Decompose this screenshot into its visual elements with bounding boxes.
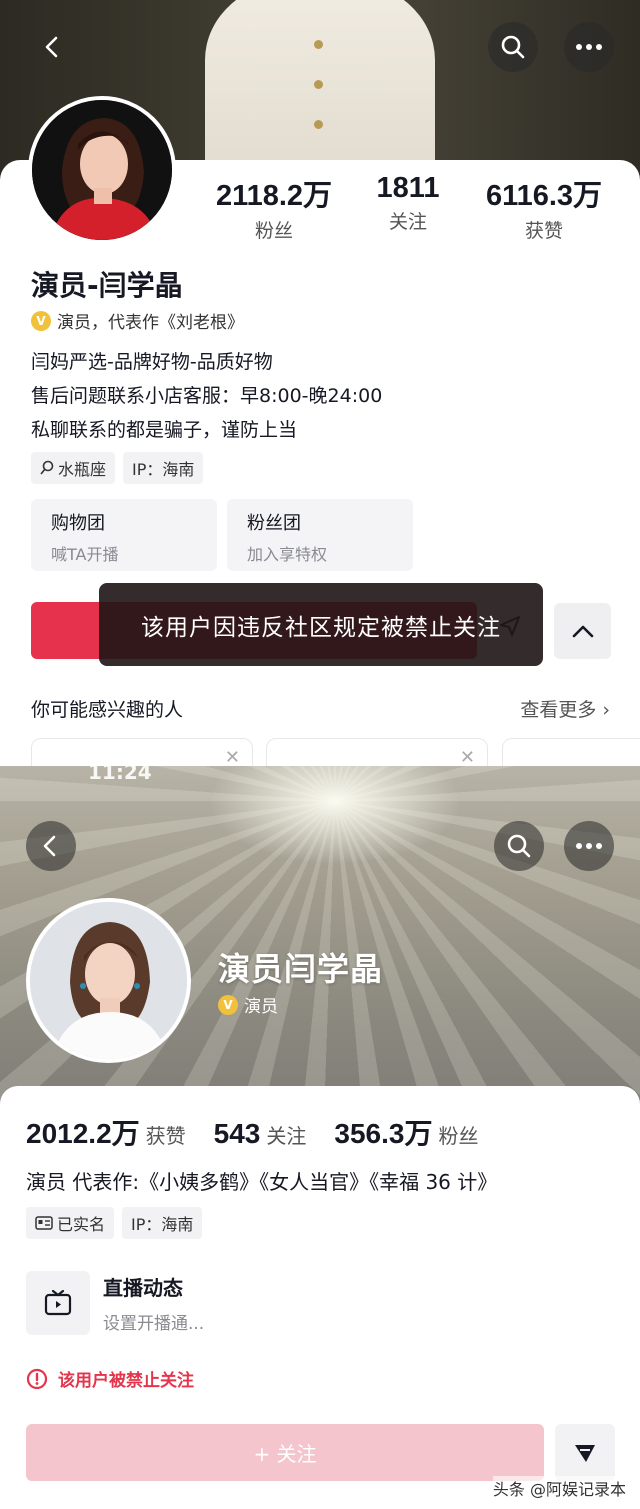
profile-tags: 水瓶座 IP：海南 (31, 452, 204, 484)
search-icon (501, 35, 525, 59)
profile-stats: 2012.2万 获赞 543 关注 356.3万 粉丝 (26, 1112, 506, 1152)
shopping-group-card[interactable]: 购物团 喊TA开播 (31, 499, 217, 571)
service-cards: 购物团 喊TA开播 粉丝团 加入享特权 (31, 499, 413, 571)
stat-fans-label: 粉丝 (438, 1124, 479, 1148)
back-button[interactable] (28, 22, 78, 72)
profile-name: 演员闫学晶 (218, 950, 384, 988)
fan-group-card[interactable]: 粉丝团 加入享特权 (227, 499, 413, 571)
profile-bio: 演员 代表作:《小姨多鹤》《女人当官》《幸福 36 计》 (26, 1170, 498, 1194)
chevron-left-icon (45, 36, 58, 58)
close-icon[interactable]: ✕ (460, 747, 475, 766)
stat-label: 获赞 (524, 220, 563, 242)
share-button[interactable] (555, 1424, 615, 1481)
stat-fans[interactable]: 2118.2万 粉丝 (212, 172, 336, 243)
verified-badge-icon: V (31, 310, 51, 331)
bottom-profile-screenshot: 11:24 演员闫学晶 V 演员 2012.2万 获赞 543 关注 356.3… (0, 766, 640, 1509)
live-activity-row[interactable]: 直播动态 设置开播通... (26, 1271, 204, 1335)
tv-icon (44, 1290, 72, 1316)
chevron-right-icon: › (602, 699, 610, 721)
more-button[interactable] (564, 22, 614, 72)
card-subtitle: 喊TA开播 (51, 545, 119, 564)
recommend-card[interactable]: ✕ (31, 738, 253, 766)
stat-likes-value[interactable]: 2012.2万 (26, 1112, 140, 1152)
close-icon[interactable]: ✕ (225, 747, 240, 766)
more-dots-icon (576, 44, 602, 50)
tag-ip: IP：海南 (123, 452, 204, 484)
warning-icon (26, 1368, 48, 1389)
verified-description: 演员 (244, 997, 278, 1017)
zodiac-icon (40, 460, 54, 475)
stat-label: 粉丝 (254, 220, 293, 242)
bio-line: 闫妈严选-品牌好物-品质好物 (31, 351, 273, 373)
search-button[interactable] (488, 22, 538, 72)
card-title: 购物团 (51, 513, 105, 534)
follow-button[interactable]: + 关注 (26, 1424, 544, 1481)
card-title: 粉丝团 (247, 513, 301, 534)
stat-value: 1811 (376, 172, 440, 204)
profile-bio: 闫妈严选-品牌好物-品质好物 售后问题联系小店客服：早8:00-晚24:00 私… (31, 345, 382, 447)
stat-value: 2118.2万 (215, 180, 333, 212)
banned-notice: 该用户被禁止关注 (26, 1366, 194, 1391)
profile-tags: 已实名 IP：海南 (26, 1207, 203, 1239)
profile-name: 演员-闫学晶 (31, 269, 183, 302)
verified-description: 演员，代表作《刘老根》 (57, 313, 244, 333)
bio-line: 私聊联系的都是骗子，谨防上当 (31, 419, 298, 441)
chevron-up-icon (572, 625, 593, 638)
tag-verified-identity: 已实名 (26, 1207, 115, 1239)
bio-line: 售后问题联系小店客服：早8:00-晚24:00 (31, 385, 383, 407)
chevron-left-icon (43, 835, 56, 857)
live-title: 直播动态 (103, 1276, 183, 1300)
verified-row: V 演员 (218, 992, 278, 1017)
more-button[interactable] (564, 821, 614, 871)
verified-badge-icon: V (218, 994, 238, 1015)
collapse-recommend-button[interactable] (554, 603, 611, 659)
avatar-photo (32, 100, 172, 240)
card-subtitle: 加入享特权 (247, 545, 328, 564)
status-time: 11:24 (88, 766, 152, 784)
verified-row: V 演员，代表作《刘老根》 (31, 308, 244, 333)
recommend-label: 你可能感兴趣的人 (31, 699, 184, 721)
toast-message: 该用户因违反社区规定被禁止关注 (99, 583, 543, 666)
send-triangle-icon (575, 1444, 595, 1462)
back-button[interactable] (26, 821, 76, 871)
live-icon-box (26, 1271, 90, 1335)
stat-following-label: 关注 (266, 1124, 307, 1148)
tag-zodiac: 水瓶座 (31, 452, 116, 484)
stat-label: 关注 (388, 211, 427, 233)
recommend-card[interactable]: ✕ (266, 738, 488, 766)
avatar[interactable] (26, 898, 191, 1063)
more-dots-icon (576, 843, 602, 849)
live-subtitle: 设置开播通... (103, 1314, 205, 1334)
search-icon (507, 834, 531, 858)
watermark: 头条 @阿娱记录本 (492, 1476, 626, 1500)
top-profile-screenshot: 2118.2万 粉丝 1811 关注 6116.3万 获赞 演员-闫学晶 V 演… (0, 0, 640, 766)
banner-photo (205, 0, 435, 180)
avatar-photo (30, 902, 187, 1059)
id-card-icon (35, 1216, 53, 1230)
see-more-link[interactable]: 查看更多 › (520, 695, 610, 722)
avatar[interactable] (28, 96, 176, 244)
search-button[interactable] (494, 821, 544, 871)
status-bar: 11:24 (0, 766, 640, 784)
recommend-card[interactable] (502, 738, 640, 766)
stat-likes-label: 获赞 (145, 1124, 186, 1148)
stat-following-value[interactable]: 543 (214, 1118, 261, 1150)
stat-fans-value[interactable]: 356.3万 (334, 1112, 432, 1152)
tag-ip: IP：海南 (122, 1207, 203, 1239)
stat-value: 6116.3万 (485, 180, 603, 212)
stat-following[interactable]: 1811 关注 (362, 172, 454, 234)
stat-likes[interactable]: 6116.3万 获赞 (476, 172, 612, 243)
